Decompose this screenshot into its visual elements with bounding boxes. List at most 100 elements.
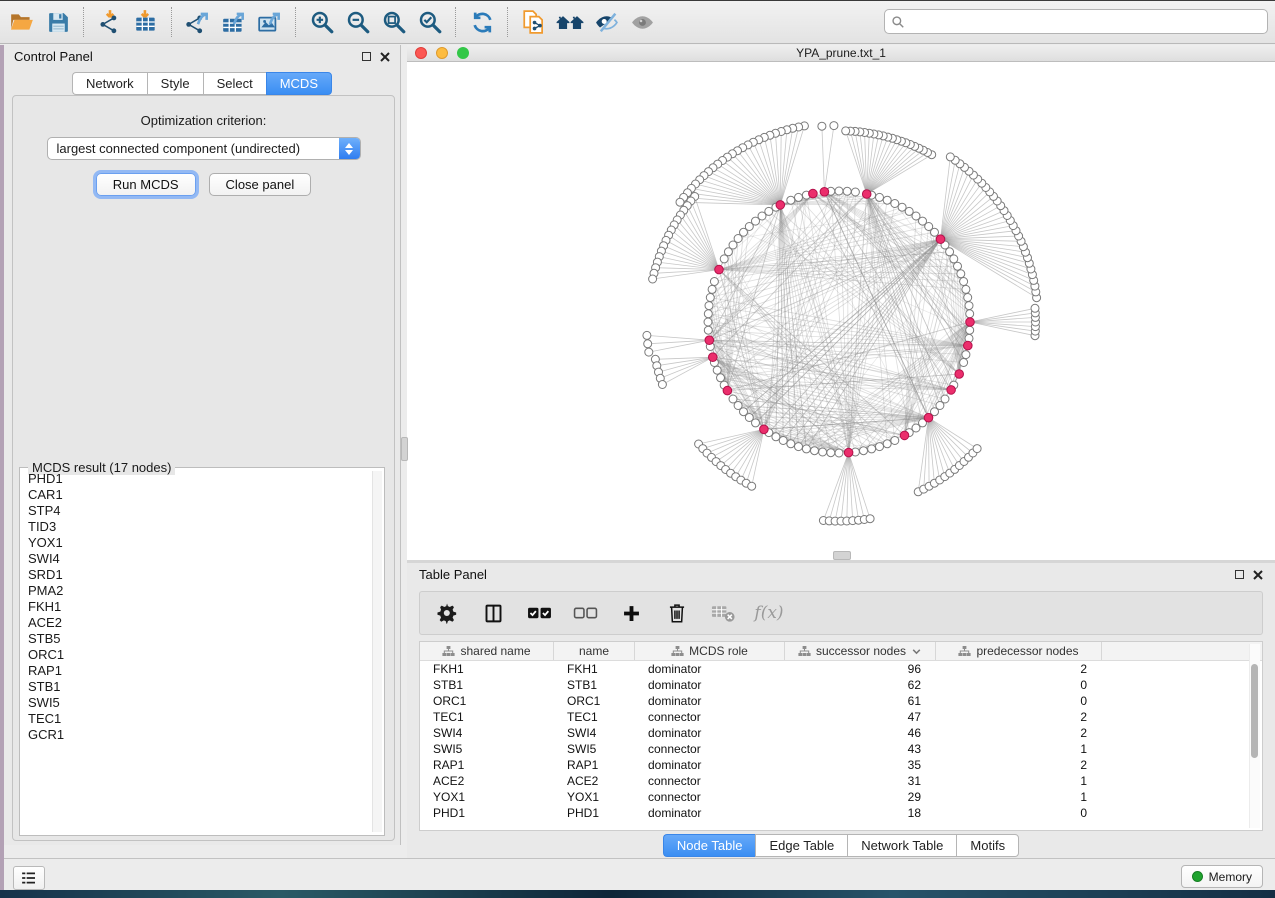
mcds-result-item[interactable]: TID3 — [23, 519, 372, 535]
search-input[interactable] — [909, 11, 1267, 33]
run-mcds-button[interactable]: Run MCDS — [96, 173, 196, 196]
tab-motifs[interactable]: Motifs — [956, 834, 1019, 857]
select-all-checks-icon — [527, 603, 552, 623]
mcds-result-item[interactable]: STB1 — [23, 679, 372, 695]
new-network-from-selection-button[interactable] — [516, 4, 552, 40]
hide-selected-button[interactable] — [588, 4, 624, 40]
column-header-name[interactable]: name — [554, 642, 635, 660]
export-image-button[interactable] — [252, 4, 288, 40]
mcds-result-scrollbar[interactable] — [372, 471, 382, 832]
export-network-button[interactable] — [180, 4, 216, 40]
mcds-result-item[interactable]: PMA2 — [23, 583, 372, 599]
cell-predecessor-nodes: 1 — [936, 741, 1102, 757]
table-row[interactable]: SWI5SWI5connector431 — [420, 741, 1262, 757]
function-builder-button: f(x) — [756, 600, 782, 626]
open-file-button[interactable] — [4, 4, 40, 40]
cell-MCDS-role: connector — [635, 709, 785, 725]
column-header-predecessor-nodes[interactable]: predecessor nodes — [936, 642, 1102, 660]
close-panel-icon[interactable] — [380, 52, 390, 62]
cell-predecessor-nodes: 0 — [936, 677, 1102, 693]
cell-name: YOX1 — [554, 789, 635, 805]
mcds-result-list[interactable]: PHD1CAR1STP4TID3YOX1SWI4SRD1PMA2FKH1ACE2… — [23, 471, 372, 832]
zoom-out-button[interactable] — [340, 4, 376, 40]
mcds-result-item[interactable]: SWI4 — [23, 551, 372, 567]
mcds-result-item[interactable]: SRD1 — [23, 567, 372, 583]
mcds-result-item[interactable]: TEC1 — [23, 711, 372, 727]
table-row[interactable]: YOX1YOX1connector291 — [420, 789, 1262, 805]
table-row[interactable]: SWI4SWI4dominator462 — [420, 725, 1262, 741]
cell-predecessor-nodes: 2 — [936, 709, 1102, 725]
close-table-panel-icon[interactable] — [1253, 570, 1263, 580]
mcds-result-item[interactable]: GCR1 — [23, 727, 372, 743]
mcds-result-item[interactable]: FKH1 — [23, 599, 372, 615]
criterion-dropdown[interactable]: largest connected component (undirected) — [47, 137, 361, 160]
column-header-MCDS-role[interactable]: MCDS role — [635, 642, 785, 660]
horizontal-splitter-handle[interactable] — [833, 551, 851, 560]
zoom-selected-button[interactable] — [412, 4, 448, 40]
float-panel-icon[interactable] — [362, 52, 371, 61]
mcds-result-item[interactable]: PHD1 — [23, 471, 372, 487]
tab-node-table[interactable]: Node Table — [663, 834, 756, 857]
first-neighbors-icon — [556, 10, 584, 34]
zoom-fit-button[interactable] — [376, 4, 412, 40]
delete-row-button[interactable] — [664, 600, 690, 626]
add-row-button[interactable] — [618, 600, 644, 626]
mcds-result-item[interactable]: YOX1 — [23, 535, 372, 551]
clear-all-checks-button[interactable] — [572, 600, 598, 626]
tab-network-table[interactable]: Network Table — [847, 834, 956, 857]
column-header-successor-nodes[interactable]: successor nodes — [785, 642, 936, 660]
export-table-button[interactable] — [216, 4, 252, 40]
zoom-in-button[interactable] — [304, 4, 340, 40]
mcds-panel: Optimization criterion: largest connecte… — [12, 95, 395, 841]
task-history-button[interactable] — [13, 866, 45, 890]
tab-select[interactable]: Select — [203, 72, 266, 95]
table-options-button[interactable] — [434, 600, 460, 626]
table-scrollbar-thumb[interactable] — [1251, 664, 1258, 758]
table-row[interactable]: TEC1TEC1connector472 — [420, 709, 1262, 725]
network-view[interactable] — [407, 62, 1275, 560]
vertical-splitter-handle[interactable] — [401, 437, 408, 461]
cell-successor-nodes: 46 — [785, 725, 936, 741]
table-scrollbar[interactable] — [1249, 644, 1260, 828]
attribute-icon — [442, 645, 455, 658]
cell-successor-nodes: 18 — [785, 805, 936, 821]
cell-shared-name: FKH1 — [420, 661, 554, 677]
tab-style[interactable]: Style — [147, 72, 203, 95]
float-table-panel-icon[interactable] — [1235, 570, 1244, 579]
table-row[interactable]: ORC1ORC1dominator610 — [420, 693, 1262, 709]
table-row[interactable]: RAP1RAP1dominator352 — [420, 757, 1262, 773]
table-options-icon — [436, 602, 458, 624]
first-neighbors-button[interactable] — [552, 4, 588, 40]
mcds-result-item[interactable]: STB5 — [23, 631, 372, 647]
tab-edge-table[interactable]: Edge Table — [755, 834, 847, 857]
cell-MCDS-role: connector — [635, 741, 785, 757]
cell-predecessor-nodes: 2 — [936, 661, 1102, 677]
mcds-result-item[interactable]: CAR1 — [23, 487, 372, 503]
toolbar-separator — [455, 7, 457, 37]
table-row[interactable]: STB1STB1dominator620 — [420, 677, 1262, 693]
save-session-button[interactable] — [40, 4, 76, 40]
mcds-result-item[interactable]: ACE2 — [23, 615, 372, 631]
import-table-button[interactable] — [128, 4, 164, 40]
cell-name: PHD1 — [554, 805, 635, 821]
select-all-checks-button[interactable] — [526, 600, 552, 626]
table-row[interactable]: PHD1PHD1dominator180 — [420, 805, 1262, 821]
memory-status-icon — [1192, 871, 1203, 882]
column-header-shared-name[interactable]: shared name — [420, 642, 554, 660]
mcds-result-item[interactable]: STP4 — [23, 503, 372, 519]
cell-name: TEC1 — [554, 709, 635, 725]
mcds-result-item[interactable]: RAP1 — [23, 663, 372, 679]
mcds-result-item[interactable]: ORC1 — [23, 647, 372, 663]
memory-button[interactable]: Memory — [1181, 865, 1263, 888]
import-network-button[interactable] — [92, 4, 128, 40]
tab-network[interactable]: Network — [72, 72, 147, 95]
desktop-wallpaper-left — [0, 45, 4, 890]
close-panel-button[interactable]: Close panel — [209, 173, 312, 196]
show-columns-button[interactable] — [480, 600, 506, 626]
search-field[interactable] — [884, 9, 1268, 34]
tab-mcds[interactable]: MCDS — [266, 72, 332, 95]
refresh-layout-button[interactable] — [464, 4, 500, 40]
table-row[interactable]: FKH1FKH1dominator962 — [420, 661, 1262, 677]
table-row[interactable]: ACE2ACE2connector311 — [420, 773, 1262, 789]
mcds-result-item[interactable]: SWI5 — [23, 695, 372, 711]
